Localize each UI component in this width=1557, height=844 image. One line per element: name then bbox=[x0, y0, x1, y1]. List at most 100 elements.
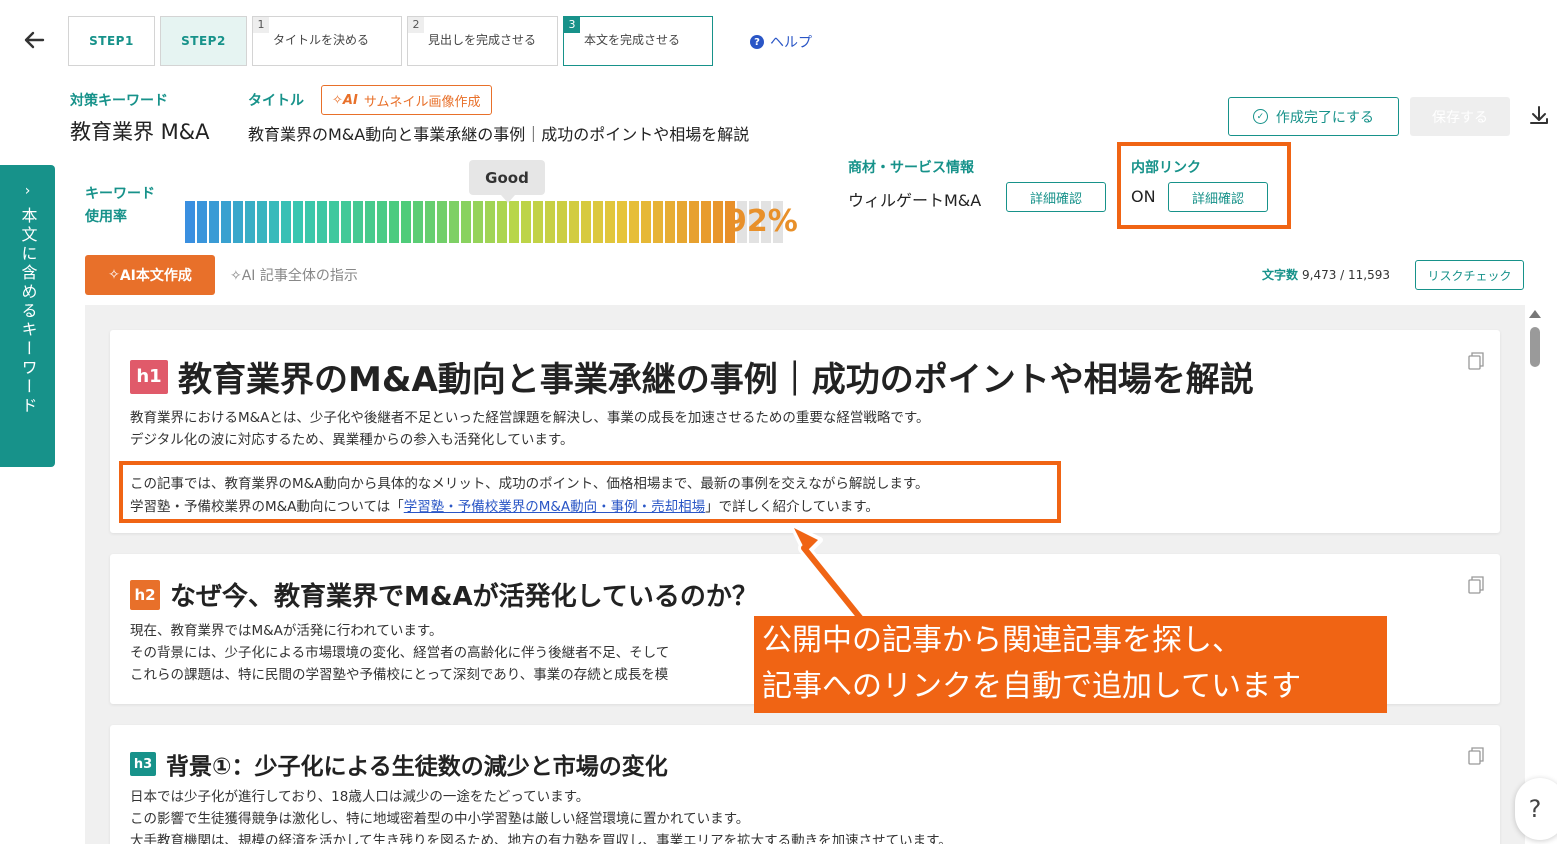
internal-link-label: 内部リンク bbox=[1131, 160, 1201, 176]
h3-tag: h3 bbox=[130, 752, 156, 776]
copy-icon[interactable] bbox=[1468, 747, 1484, 765]
paragraph[interactable]: その背景には、少子化による市場環境の変化、経営者の高齢化に伴う後継者不足、そして bbox=[130, 642, 669, 664]
usage-rating-tooltip: Good bbox=[469, 160, 545, 203]
internal-link-detail-button[interactable]: 詳細確認 bbox=[1168, 182, 1268, 212]
ai-write-label: AI本文作成 bbox=[119, 268, 192, 284]
word-count-label: 文字数 bbox=[1262, 268, 1299, 282]
section-card-h3[interactable]: h3 背景①：少子化による生徒数の減少と市場の変化 日本では少子化が進行しており… bbox=[110, 725, 1500, 844]
ai-article-instruction-button[interactable]: ✧AI 記事全体の指示 bbox=[230, 265, 358, 285]
ai-sparkle-icon: ✧AI bbox=[230, 268, 260, 284]
usage-meter-segment bbox=[377, 201, 387, 243]
usage-meter-segment bbox=[545, 201, 555, 243]
usage-meter-segment bbox=[641, 201, 651, 243]
substep-number: 3 bbox=[564, 17, 580, 33]
callout-line2: 記事へのリンクを自動で追加しています bbox=[762, 669, 1302, 704]
help-icon: ? bbox=[750, 35, 764, 49]
usage-meter-segment bbox=[677, 201, 687, 243]
usage-meter-segment bbox=[713, 201, 723, 243]
included-keywords-side-tab[interactable]: › 本文に含めるキーワード bbox=[0, 165, 55, 467]
usage-meter-segment bbox=[437, 201, 447, 243]
back-arrow-icon[interactable] bbox=[22, 28, 46, 52]
download-icon[interactable] bbox=[1527, 104, 1551, 128]
thumbnail-create-label: サムネイル画像作成 bbox=[363, 94, 481, 110]
usage-meter-segment bbox=[617, 201, 627, 243]
thumbnail-create-button[interactable]: ✧AI サムネイル画像作成 bbox=[321, 85, 492, 115]
h2-heading[interactable]: なぜ今、教育業界でM&Aが活発化しているのか？ bbox=[170, 576, 758, 613]
usage-meter-segment bbox=[509, 201, 519, 243]
usage-meter-segment bbox=[665, 201, 675, 243]
risk-check-button[interactable]: リスクチェック bbox=[1415, 260, 1524, 290]
usage-meter-segment bbox=[581, 201, 591, 243]
usage-meter-segment bbox=[245, 201, 255, 243]
h1-tag: h1 bbox=[130, 359, 168, 394]
complete-label: 作成完了にする bbox=[1275, 109, 1375, 126]
title-label: タイトル bbox=[248, 93, 304, 109]
paragraph-with-link[interactable]: 学習塾・予備校業界のM&A動向については「学習塾・予備校業界のM&A動向・事例・… bbox=[130, 496, 879, 518]
section-card-h1[interactable]: h1 教育業界のM&A動向と事業承継の事例｜成功のポイントや相場を解説 教育業界… bbox=[110, 330, 1500, 533]
usage-meter-segment bbox=[233, 201, 243, 243]
paragraph[interactable]: この影響で生徒獲得競争は激化し、特に地域密着型の中小学習塾は厳しい経営環境に置か… bbox=[130, 808, 749, 830]
usage-meter-segment bbox=[473, 201, 483, 243]
help-fab-button[interactable]: ? bbox=[1515, 778, 1557, 840]
step2-button[interactable]: STEP2 bbox=[160, 16, 247, 66]
paragraph[interactable]: この記事では、教育業界のM&A動向から具体的なメリット、成功のポイント、価格相場… bbox=[130, 473, 928, 495]
usage-meter-segment bbox=[317, 201, 327, 243]
h3-heading[interactable]: 背景①：少子化による生徒数の減少と市場の変化 bbox=[166, 747, 668, 781]
usage-meter-segment bbox=[221, 201, 231, 243]
usage-meter-segment bbox=[653, 201, 663, 243]
usage-meter-segment bbox=[533, 201, 543, 243]
paragraph[interactable]: デジタル化の波に対応するため、異業種からの参入も活発化しています。 bbox=[130, 429, 573, 451]
usage-meter-segment bbox=[413, 201, 423, 243]
usage-meter-segment bbox=[329, 201, 339, 243]
substep-label: 本文を完成させる bbox=[584, 33, 681, 48]
usage-meter-segment bbox=[701, 201, 711, 243]
usage-meter-segment bbox=[593, 201, 603, 243]
usage-meter-segment bbox=[209, 201, 219, 243]
usage-meter-segment bbox=[521, 201, 531, 243]
save-button[interactable]: 保存する bbox=[1410, 97, 1510, 136]
editor-scrollbar[interactable] bbox=[1527, 305, 1543, 844]
product-info-value: ウィルゲートM&A bbox=[848, 191, 982, 210]
annotation-callout: 公開中の記事から関連記事を探し、 記事へのリンクを自動で追加しています bbox=[754, 616, 1387, 713]
substep-headings[interactable]: 2 見出しを完成させる bbox=[407, 16, 558, 66]
ai-write-body-button[interactable]: ✧ AI本文作成 bbox=[85, 255, 215, 295]
product-detail-button[interactable]: 詳細確認 bbox=[1006, 182, 1106, 212]
step1-button[interactable]: STEP1 bbox=[68, 16, 155, 66]
paragraph[interactable]: 日本では少子化が進行しており、18歳人口は減少の一途をたどっています。 bbox=[130, 786, 589, 808]
usage-meter-segment bbox=[389, 201, 399, 243]
usage-meter-segment bbox=[269, 201, 279, 243]
internal-article-link[interactable]: 学習塾・予備校業界のM&A動向・事例・売却相場 bbox=[404, 499, 705, 515]
h2-tag: h2 bbox=[130, 579, 160, 610]
paragraph[interactable]: 教育業界におけるM&Aとは、少子化や後継者不足といった経営課題を解決し、事業の成… bbox=[130, 407, 930, 429]
usage-meter-segment bbox=[569, 201, 579, 243]
usage-meter-segment bbox=[365, 201, 375, 243]
usage-meter-segment bbox=[689, 201, 699, 243]
side-tab-label: 本文に含めるキーワード bbox=[18, 207, 38, 416]
usage-percent: 92% bbox=[726, 204, 798, 239]
usage-meter-segment bbox=[401, 201, 411, 243]
title-value: 教育業界のM&A動向と事業承継の事例｜成功のポイントや相場を解説 bbox=[248, 125, 750, 144]
substep-title[interactable]: 1 タイトルを決める bbox=[252, 16, 402, 66]
usage-meter-segment bbox=[305, 201, 315, 243]
usage-meter-segment bbox=[557, 201, 567, 243]
usage-meter-segment bbox=[281, 201, 291, 243]
copy-icon[interactable] bbox=[1468, 352, 1484, 370]
complete-button[interactable]: ✓ 作成完了にする bbox=[1228, 97, 1399, 136]
paragraph[interactable]: 大手教育機関は、規模の経済を活かして生き残りを図るため、地方の有力塾を買収し、事… bbox=[130, 830, 952, 844]
paragraph[interactable]: これらの課題は、特に民間の学習塾や予備校にとって深刻であり、事業の存続と成長を模 bbox=[130, 664, 668, 686]
usage-meter-segment bbox=[605, 201, 615, 243]
usage-meter-segment bbox=[353, 201, 363, 243]
keyword-usage-label: キーワード 使用率 bbox=[85, 186, 155, 225]
usage-meter-segment bbox=[629, 201, 639, 243]
word-count-value: 9,473 / 11,593 bbox=[1302, 268, 1391, 282]
substep-body[interactable]: 3 本文を完成させる bbox=[563, 16, 713, 66]
help-link[interactable]: ? ヘルプ bbox=[750, 32, 812, 52]
callout-line1: 公開中の記事から関連記事を探し、 bbox=[762, 623, 1242, 658]
scrollbar-thumb[interactable] bbox=[1530, 327, 1540, 367]
paragraph[interactable]: 現在、教育業界ではM&Aが活発に行われています。 bbox=[130, 620, 442, 642]
h1-heading[interactable]: 教育業界のM&A動向と事業承継の事例｜成功のポイントや相場を解説 bbox=[178, 352, 1254, 401]
usage-meter-segment bbox=[197, 201, 207, 243]
copy-icon[interactable] bbox=[1468, 576, 1484, 594]
scroll-up-arrow-icon[interactable] bbox=[1529, 310, 1541, 318]
word-count: 文字数 9,473 / 11,593 bbox=[1262, 266, 1390, 283]
